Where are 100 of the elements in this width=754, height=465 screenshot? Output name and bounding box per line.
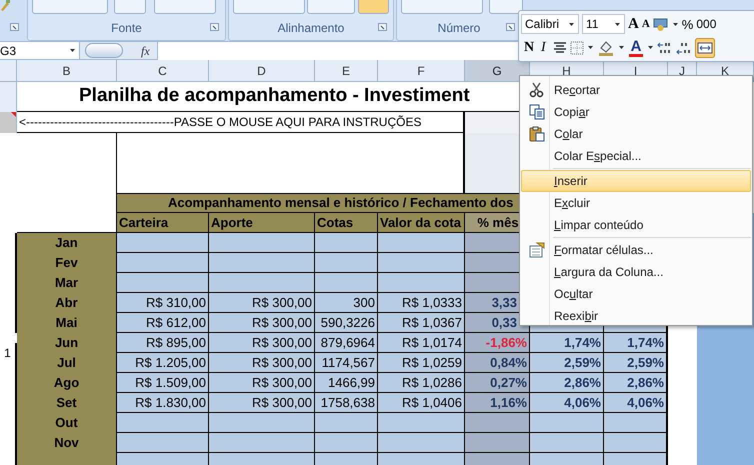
bold-button[interactable]: N — [521, 37, 535, 58]
menu-item[interactable]: Inserir — [521, 170, 751, 192]
table-cell — [465, 433, 530, 453]
menu-item[interactable]: Recortar — [521, 79, 751, 101]
column-heading: Valor da cota — [378, 213, 465, 233]
table-cell: 590,3226 — [315, 313, 378, 333]
month-cell: Set — [17, 393, 117, 413]
column-heading: Aporte — [209, 213, 315, 233]
table-cell: 4,06% — [530, 393, 604, 413]
caret-icon[interactable] — [672, 22, 679, 27]
table-cell — [604, 413, 668, 433]
table-cell: R$ 1.509,00 — [117, 373, 209, 393]
table-cell: R$ 1,0333 — [378, 293, 465, 313]
table-cell: 4,06% — [604, 393, 668, 413]
menu-item[interactable]: Colar — [521, 123, 751, 145]
column-header[interactable]: D — [209, 60, 315, 81]
table-cell — [315, 233, 378, 253]
caret-icon[interactable] — [647, 45, 654, 50]
launcher-icon[interactable] — [378, 23, 387, 31]
table-cell: -1,86% — [465, 333, 530, 353]
column-header[interactable]: E — [315, 60, 378, 81]
font-dropdown[interactable]: Calibri — [521, 14, 579, 34]
shrink-font-button[interactable]: A — [642, 16, 650, 32]
italic-button[interactable]: I — [538, 37, 550, 58]
table-cell: R$ 1,0174 — [378, 333, 465, 353]
fill-color-icon[interactable] — [597, 40, 615, 56]
instructions-text: <-------------------------------------PASSE O MOUSE AQUI PARA INSTRUÇÕES — [17, 112, 465, 133]
table-cell: 1758,638 — [315, 393, 378, 413]
column-heading: Cotas — [315, 213, 378, 233]
month-cell: Ago — [17, 373, 117, 393]
table-cell: R$ 300,00 — [209, 313, 315, 333]
table-cell: R$ 1.205,00 — [117, 353, 209, 373]
month-cell: Jun — [17, 333, 117, 353]
money-icon[interactable] — [652, 17, 669, 32]
launcher-icon[interactable] — [210, 23, 219, 31]
font-dropdown[interactable]: 11 — [582, 14, 625, 34]
table-cell — [315, 433, 378, 453]
table-cell: R$ 300,00 — [209, 373, 315, 393]
table-cell — [604, 433, 668, 453]
column-header[interactable]: B — [17, 60, 117, 81]
table-cell — [315, 413, 378, 433]
copy-icon[interactable] — [529, 104, 545, 120]
font-color-button[interactable]: A — [628, 38, 644, 57]
month-cell: Fev — [17, 253, 117, 273]
table-cell: R$ 612,00 — [117, 313, 209, 333]
month-cell: Nov — [17, 433, 117, 453]
grow-font-button[interactable]: A — [628, 13, 639, 36]
launcher-icon[interactable] — [10, 23, 19, 31]
decrease-decimal-icon[interactable] — [676, 40, 692, 55]
center-align-icon[interactable] — [553, 42, 567, 54]
column-header[interactable]: G — [465, 60, 530, 81]
column-header[interactable]: C — [117, 60, 209, 81]
format-cells-icon[interactable] — [529, 242, 545, 258]
table-cell — [697, 333, 754, 353]
percent-button[interactable]: % — [682, 14, 694, 34]
table-cell: 0,84% — [465, 353, 530, 373]
function-button[interactable]: fx — [141, 42, 155, 60]
table-cell: 2,59% — [530, 353, 604, 373]
caret-icon[interactable] — [69, 48, 76, 53]
name-box[interactable]: G3 — [0, 42, 80, 59]
month-cell: Mai — [17, 313, 117, 333]
menu-item[interactable]: Colar Especial... — [521, 145, 751, 167]
table-cell: R$ 1,0286 — [378, 373, 465, 393]
launcher-icon[interactable] — [506, 23, 515, 31]
table-cell — [465, 413, 530, 433]
column-heading: Carteira — [117, 213, 209, 233]
menu-item[interactable]: Copiar — [521, 101, 751, 123]
table-cell: 1,74% — [530, 333, 604, 353]
borders-icon[interactable] — [570, 40, 584, 55]
table-cell: R$ 300,00 — [209, 333, 315, 353]
table-cell: 879,6964 — [315, 333, 378, 353]
table-cell: R$ 1,0259 — [378, 353, 465, 373]
scissors-icon[interactable] — [529, 82, 545, 98]
caret-icon[interactable] — [618, 45, 625, 50]
table-cell: R$ 300,00 — [209, 293, 315, 313]
menu-item[interactable]: Formatar células... — [521, 239, 751, 261]
table-cell: R$ 895,00 — [117, 333, 209, 353]
table-cell: 1174,567 — [315, 353, 378, 373]
table-cell: R$ 300,00 — [209, 353, 315, 373]
table-cell: R$ 1.830,00 — [117, 393, 209, 413]
month-cell: Out — [17, 413, 117, 433]
formula-handle[interactable] — [85, 43, 123, 58]
increase-decimal-icon[interactable] — [657, 40, 673, 55]
caret-icon[interactable] — [568, 22, 575, 27]
month-cell: Abr — [17, 293, 117, 313]
table-cell: 2,86% — [530, 373, 604, 393]
merge-cells-icon[interactable] — [695, 38, 715, 58]
menu-item[interactable]: Largura da Coluna... — [521, 261, 751, 283]
clipboard-icon[interactable] — [529, 126, 545, 142]
month-cell: Jul — [17, 353, 117, 373]
month-cell: Mar — [17, 273, 117, 293]
caret-icon[interactable] — [614, 22, 621, 27]
table-cell: 2,86% — [604, 373, 668, 393]
table-cell: 1466,99 — [315, 373, 378, 393]
table-cell: R$ 310,00 — [117, 293, 209, 313]
table-cell: 300 — [315, 293, 378, 313]
table-cell: R$ 300,00 — [209, 393, 315, 413]
thousands-button[interactable]: 000 — [696, 15, 716, 34]
caret-icon[interactable] — [587, 45, 594, 50]
table-cell — [315, 253, 378, 273]
